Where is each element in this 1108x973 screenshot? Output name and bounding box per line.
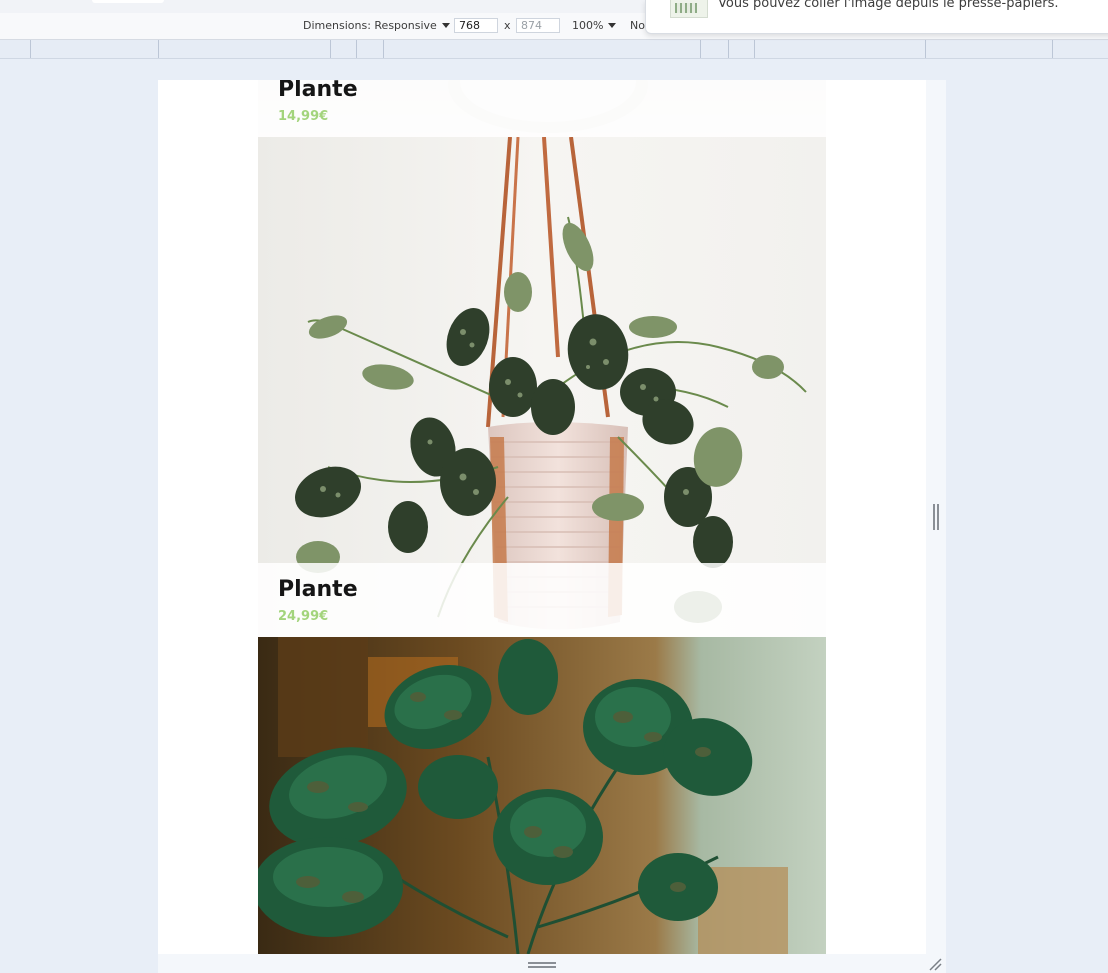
- media-query-ruler: [0, 40, 1108, 59]
- resize-handle-right[interactable]: [933, 504, 939, 530]
- hanging-plant-photo: [258, 137, 826, 637]
- dimensions-label: Dimensions: Responsive: [303, 19, 437, 32]
- ruler-segment[interactable]: [330, 40, 331, 58]
- page-viewport: Plante 14,99€ Plante 24,99€: [158, 80, 926, 954]
- ruler-segment[interactable]: [700, 40, 701, 58]
- zoom-value: 100%: [572, 19, 604, 32]
- product-price: 14,99€: [278, 109, 329, 124]
- clipboard-image-thumbnail: [670, 0, 708, 18]
- ruler-segment[interactable]: [754, 40, 755, 58]
- width-input[interactable]: 768: [454, 18, 498, 33]
- ruler-segment[interactable]: [728, 40, 729, 58]
- product-photo: [258, 637, 826, 954]
- product-caption: Plante 24,99€: [258, 563, 826, 637]
- height-input[interactable]: 874: [516, 18, 560, 33]
- dimensions-select[interactable]: Dimensions: Responsive: [303, 19, 450, 32]
- product-name: Plante: [278, 577, 358, 602]
- throttle-select[interactable]: No: [630, 19, 645, 32]
- notification-message: Vous pouvez coller l'image depuis le pre…: [718, 0, 1059, 11]
- product-photo: [258, 137, 826, 637]
- ruler-segment[interactable]: [30, 40, 31, 58]
- resize-corner-icon[interactable]: [928, 957, 942, 971]
- ruler-segment[interactable]: [158, 40, 159, 58]
- zoom-select[interactable]: 100%: [572, 19, 617, 32]
- chevron-down-icon: [441, 23, 450, 28]
- monstera-photo: [258, 637, 826, 954]
- resize-handle-bottom[interactable]: [528, 962, 556, 968]
- product-price: 24,99€: [278, 609, 329, 624]
- product-name: Plante: [278, 80, 358, 102]
- chevron-down-icon: [608, 23, 617, 28]
- ruler-segment[interactable]: [356, 40, 357, 58]
- clipboard-notification: Vous pouvez coller l'image depuis le pre…: [645, 0, 1108, 34]
- times-separator: x: [504, 19, 511, 32]
- tab-edge[interactable]: [92, 0, 164, 3]
- ruler-segment[interactable]: [383, 40, 384, 58]
- ruler-segment[interactable]: [1052, 40, 1053, 58]
- ruler-segment[interactable]: [925, 40, 926, 58]
- product-caption: Plante 14,99€: [258, 80, 826, 137]
